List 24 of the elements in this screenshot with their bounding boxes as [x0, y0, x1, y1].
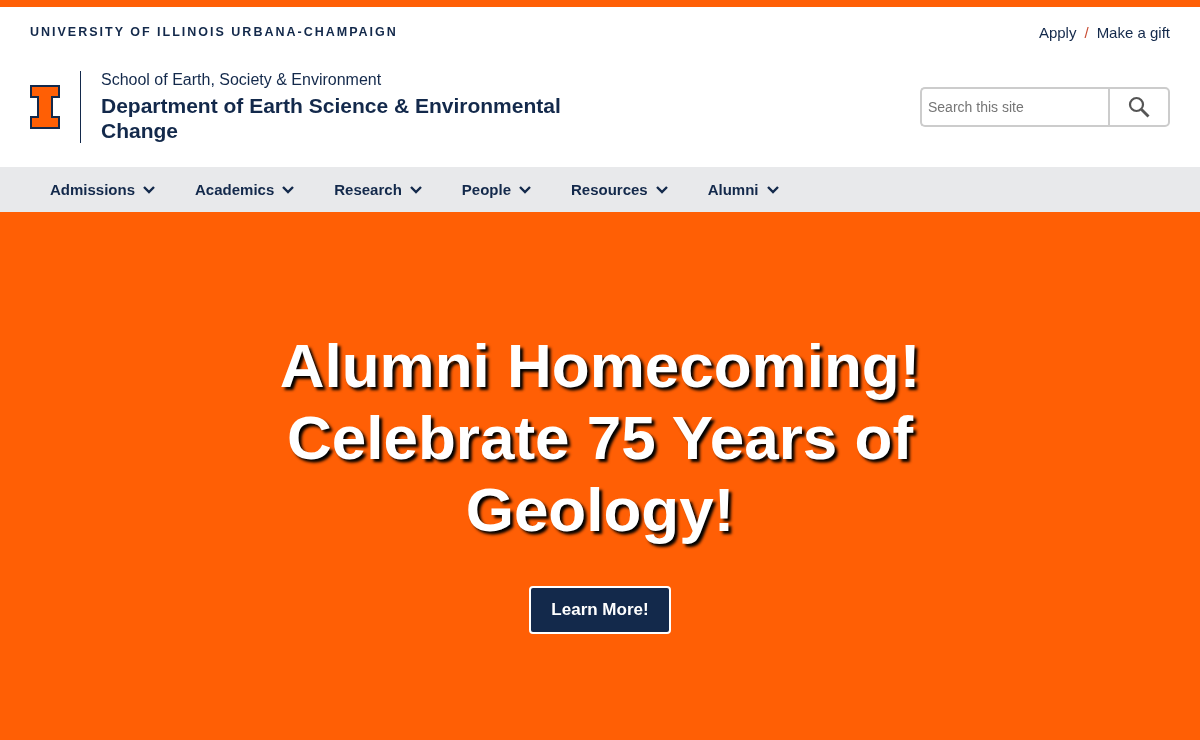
chevron-down-icon	[143, 185, 156, 194]
chevron-down-icon	[655, 185, 668, 194]
hero-heading: Alumni Homecoming! Celebrate 75 Years of Geology!	[278, 330, 922, 546]
nav-item[interactable]: Academics	[195, 181, 295, 198]
learn-more-button[interactable]: Learn More!	[529, 586, 671, 634]
block-i-logo[interactable]	[30, 85, 60, 129]
nav-item[interactable]: Alumni	[707, 181, 779, 198]
school-name[interactable]: School of Earth, Society & Environment	[101, 70, 601, 89]
link-separator: /	[1084, 23, 1089, 41]
search-icon	[1128, 96, 1150, 118]
chevron-down-icon	[519, 185, 531, 194]
chevron-down-icon	[766, 185, 779, 194]
nav-item[interactable]: Admissions	[50, 181, 156, 198]
department-name[interactable]: Department of Earth Science & Environmental Change	[101, 92, 601, 144]
chevron-down-icon	[409, 185, 422, 194]
search-field[interactable]: Search this site	[920, 87, 1108, 127]
utility-link[interactable]: Apply	[1038, 23, 1077, 41]
nav-item[interactable]: Resources	[571, 181, 668, 198]
nav-item[interactable]: Research	[334, 181, 422, 198]
utility-link[interactable]: Make a gift	[1096, 23, 1170, 41]
nav-item[interactable]: People	[461, 181, 531, 198]
chevron-down-icon	[282, 185, 295, 194]
search-button[interactable]	[1108, 87, 1170, 127]
university-wordmark[interactable]: UNIVERSITY OF ILLINOIS URBANA-CHAMPAIGN	[30, 25, 398, 39]
